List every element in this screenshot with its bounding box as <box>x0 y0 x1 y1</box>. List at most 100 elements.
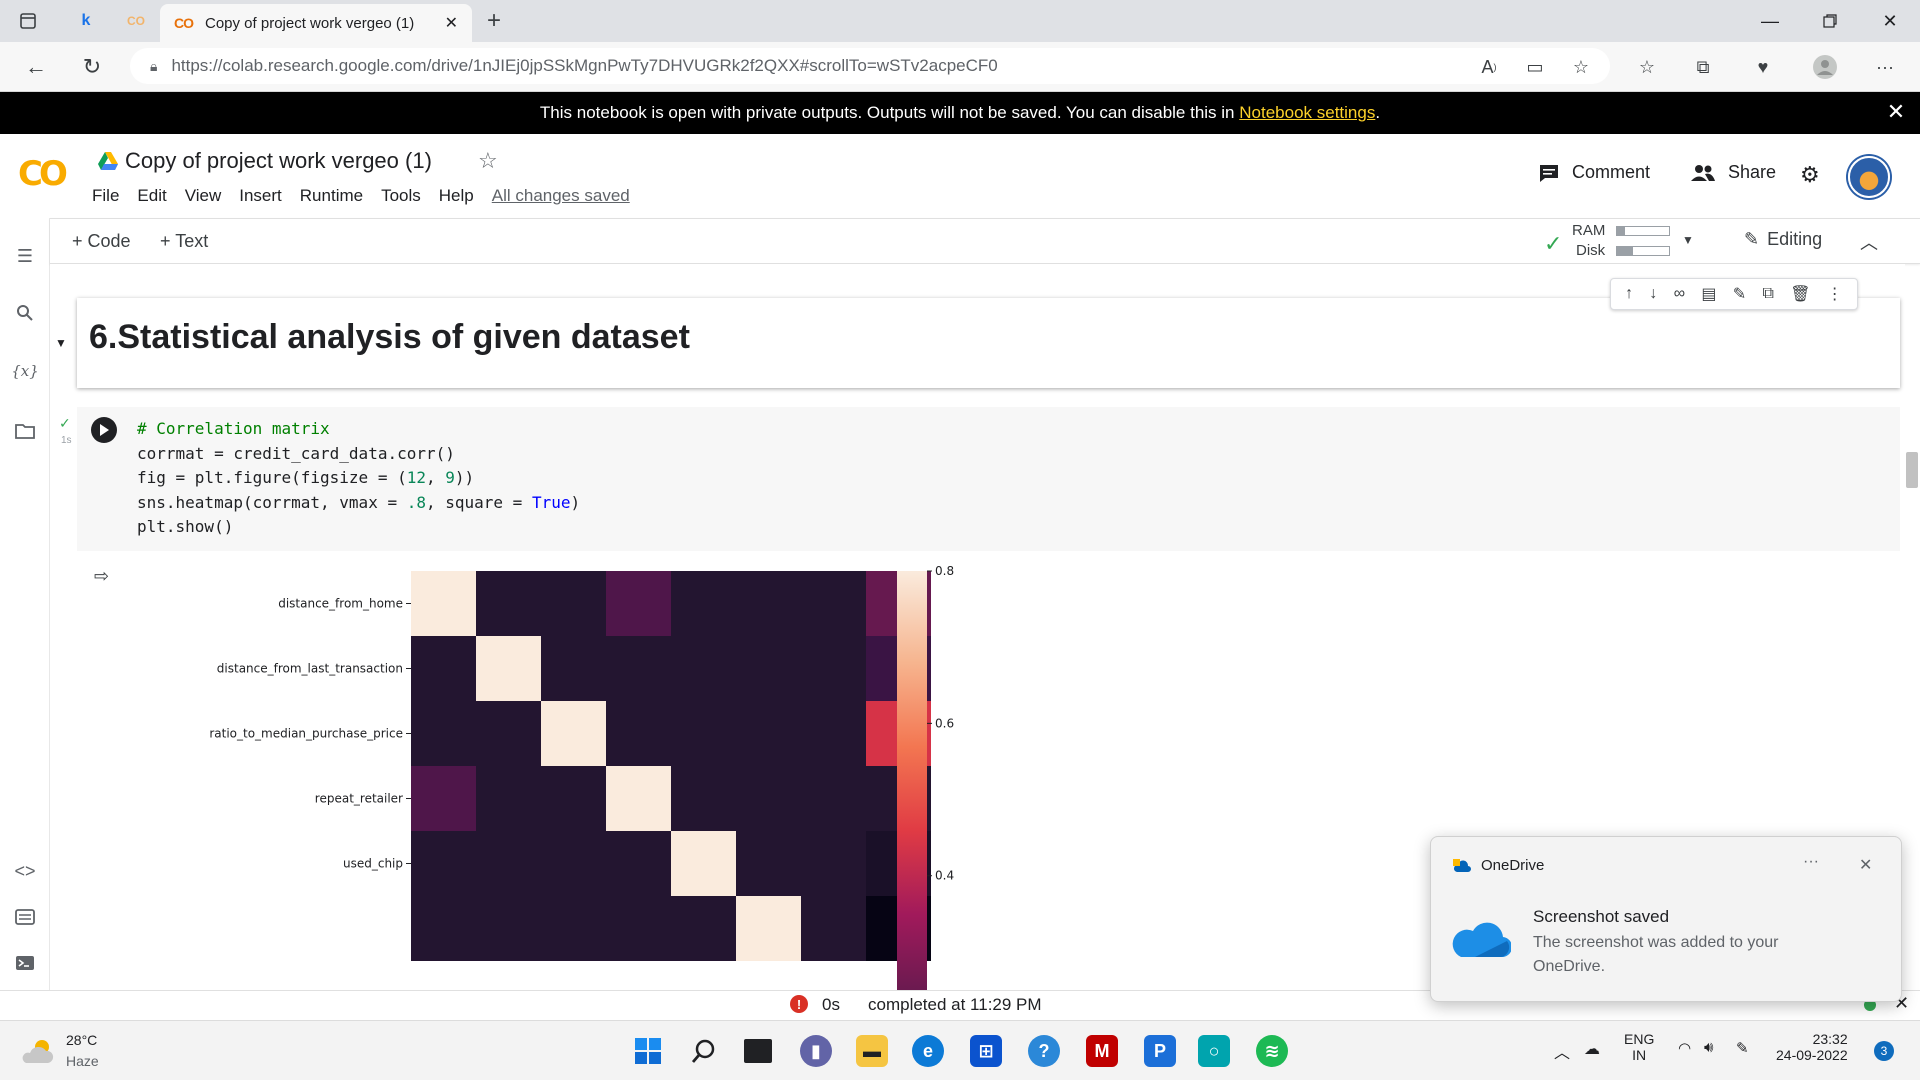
app-chat-icon[interactable]: P <box>1144 1035 1176 1067</box>
clock[interactable]: 23:32 24-09-2022 <box>1776 1031 1848 1063</box>
url-field[interactable]: 🔒︎ https://colab.research.google.com/dri… <box>130 48 1610 84</box>
windows-start-icon[interactable] <box>632 1035 664 1067</box>
teams-chat-icon[interactable]: ▮ <box>800 1035 832 1067</box>
notebook-settings-link[interactable]: Notebook settings <box>1239 103 1375 123</box>
app-blue-icon[interactable]: ? <box>1028 1035 1060 1067</box>
close-window-icon[interactable]: ✕ <box>1860 0 1920 42</box>
heatmap-cell <box>736 636 801 701</box>
more-cell-actions-icon[interactable]: ⋮ <box>1827 284 1843 304</box>
onedrive-tray-icon[interactable]: ☁ <box>1584 1039 1600 1059</box>
task-view-icon[interactable] <box>744 1039 772 1063</box>
notice-text: This notebook is open with private outpu… <box>539 103 1235 122</box>
table-of-contents-icon[interactable]: ☰ <box>10 241 40 271</box>
collapse-section-icon[interactable]: ▼ <box>55 336 67 350</box>
tab-actions-icon[interactable] <box>14 8 42 34</box>
menu-edit[interactable]: Edit <box>137 186 166 206</box>
save-status[interactable]: All changes saved <box>492 186 630 206</box>
weather-condition[interactable]: Haze <box>66 1053 99 1069</box>
refresh-icon[interactable]: ↻ <box>76 52 108 82</box>
taskbar-search-icon[interactable] <box>688 1035 720 1067</box>
error-icon[interactable]: ! <box>790 995 808 1013</box>
menu-insert[interactable]: Insert <box>239 186 282 206</box>
edit-cell-icon[interactable]: ✎ <box>1733 284 1746 304</box>
delete-cell-icon[interactable]: 🗑︎ <box>1790 284 1810 304</box>
heatmap-cell <box>476 896 541 961</box>
code-snippets-icon[interactable]: <> <box>10 856 40 886</box>
minimize-icon[interactable]: — <box>1740 0 1800 42</box>
user-avatar[interactable] <box>1848 156 1890 198</box>
notification-badge[interactable]: 3 <box>1874 1041 1894 1061</box>
close-tab-icon[interactable]: ✕ <box>445 13 458 33</box>
move-cell-up-icon[interactable]: ↑ <box>1625 285 1633 303</box>
menu-help[interactable]: Help <box>439 186 474 206</box>
move-cell-down-icon[interactable]: ↓ <box>1649 285 1657 303</box>
collapse-header-icon[interactable]: ︿ <box>1860 229 1878 255</box>
new-tab-icon[interactable]: + <box>480 7 508 34</box>
command-palette-icon[interactable] <box>10 902 40 932</box>
colab-logo[interactable]: CO <box>18 154 68 194</box>
favorites-icon[interactable]: ☆ <box>1632 53 1662 81</box>
spotify-icon[interactable]: ≋ <box>1256 1035 1288 1067</box>
heatmap-cell <box>606 831 671 896</box>
search-icon[interactable] <box>10 298 40 328</box>
pencil-icon: ✎ <box>1744 229 1760 249</box>
disk-usage-bar[interactable] <box>1616 246 1670 256</box>
onedrive-notification[interactable]: OneDrive ··· ✕ Screenshot saved The scre… <box>1430 836 1902 1002</box>
read-aloud-icon[interactable]: A) <box>1474 53 1504 81</box>
run-cell-button[interactable] <box>91 417 117 443</box>
language-indicator[interactable]: ENG IN <box>1624 1031 1654 1063</box>
microsoft-store-icon[interactable]: ⊞ <box>970 1035 1002 1067</box>
link-icon[interactable]: ∞ <box>1674 285 1685 303</box>
add-favorite-icon[interactable]: ☆ <box>1566 53 1596 81</box>
add-text-cell-button[interactable]: + Text <box>160 231 208 252</box>
app-teal-icon[interactable]: ○ <box>1198 1035 1230 1067</box>
collections-icon[interactable]: ⧉ <box>1688 53 1718 81</box>
file-explorer-icon[interactable]: ▬ <box>856 1035 888 1067</box>
star-icon[interactable]: ☆ <box>478 148 498 174</box>
heatmap-cell <box>606 896 671 961</box>
ram-usage-bar[interactable] <box>1616 226 1670 236</box>
files-folder-icon[interactable] <box>10 416 40 446</box>
terminal-icon[interactable] <box>10 948 40 978</box>
settings-gear-icon[interactable]: ⚙ <box>1800 162 1820 188</box>
mirror-cell-icon[interactable]: ⧉ <box>1762 285 1773 303</box>
immersive-reader-icon[interactable]: ▭ <box>1520 53 1550 81</box>
pinned-tab-k[interactable]: k <box>72 8 100 34</box>
wifi-icon[interactable]: ◠ <box>1678 1039 1691 1057</box>
restore-icon[interactable] <box>1800 0 1860 42</box>
code-editor[interactable]: # Correlation matrix corrmat = credit_car… <box>137 417 580 540</box>
mcafee-icon[interactable]: M <box>1086 1035 1118 1067</box>
profile-icon[interactable] <box>1810 53 1840 81</box>
menu-view[interactable]: View <box>185 186 222 206</box>
heatmap-cell <box>411 571 476 636</box>
weather-haze-icon[interactable] <box>22 1037 56 1065</box>
text-cell[interactable]: ▼ 6.Statistical analysis of given datase… <box>55 298 1900 388</box>
comment-button[interactable]: Comment <box>1538 162 1650 183</box>
pinned-tab-colab[interactable]: CO <box>122 8 150 34</box>
variables-icon[interactable]: {x} <box>10 356 40 386</box>
show-hidden-icons[interactable]: ︿ <box>1554 1039 1570 1063</box>
scrollbar-thumb[interactable] <box>1906 452 1918 488</box>
comment-cell-icon[interactable]: ▤ <box>1701 284 1716 304</box>
more-options-icon[interactable]: ··· <box>1870 53 1900 81</box>
code-cell[interactable]: ✓ 1s # Correlation matrix corrmat = credi… <box>59 407 1900 551</box>
add-code-cell-button[interactable]: + Code <box>72 231 131 252</box>
toast-close-icon[interactable]: ✕ <box>1859 855 1872 875</box>
menu-tools[interactable]: Tools <box>381 186 421 206</box>
editing-mode-button[interactable]: ✎ Editing <box>1744 229 1822 250</box>
pen-input-icon[interactable]: ✎ <box>1736 1039 1749 1057</box>
toast-more-icon[interactable]: ··· <box>1803 853 1819 871</box>
menu-runtime[interactable]: Runtime <box>300 186 363 206</box>
back-icon[interactable]: ← <box>20 52 52 82</box>
runtime-dropdown-icon[interactable]: ▼ <box>1682 233 1694 247</box>
share-button[interactable]: Share <box>1690 162 1776 183</box>
close-notice-icon[interactable]: ✕ <box>1882 98 1910 126</box>
volume-icon[interactable]: 🔊︎ <box>1704 1039 1713 1056</box>
active-tab[interactable]: CO Copy of project work vergeo (1) ✕ <box>160 4 472 42</box>
status-completed[interactable]: completed at 11:29 PM <box>868 995 1042 1015</box>
weather-temperature[interactable]: 28°C <box>66 1032 97 1048</box>
menu-file[interactable]: File <box>92 186 119 206</box>
edge-browser-icon[interactable]: e <box>912 1035 944 1067</box>
notebook-title[interactable]: Copy of project work vergeo (1) <box>125 148 432 174</box>
browser-essentials-icon[interactable]: ♥ <box>1748 53 1778 81</box>
